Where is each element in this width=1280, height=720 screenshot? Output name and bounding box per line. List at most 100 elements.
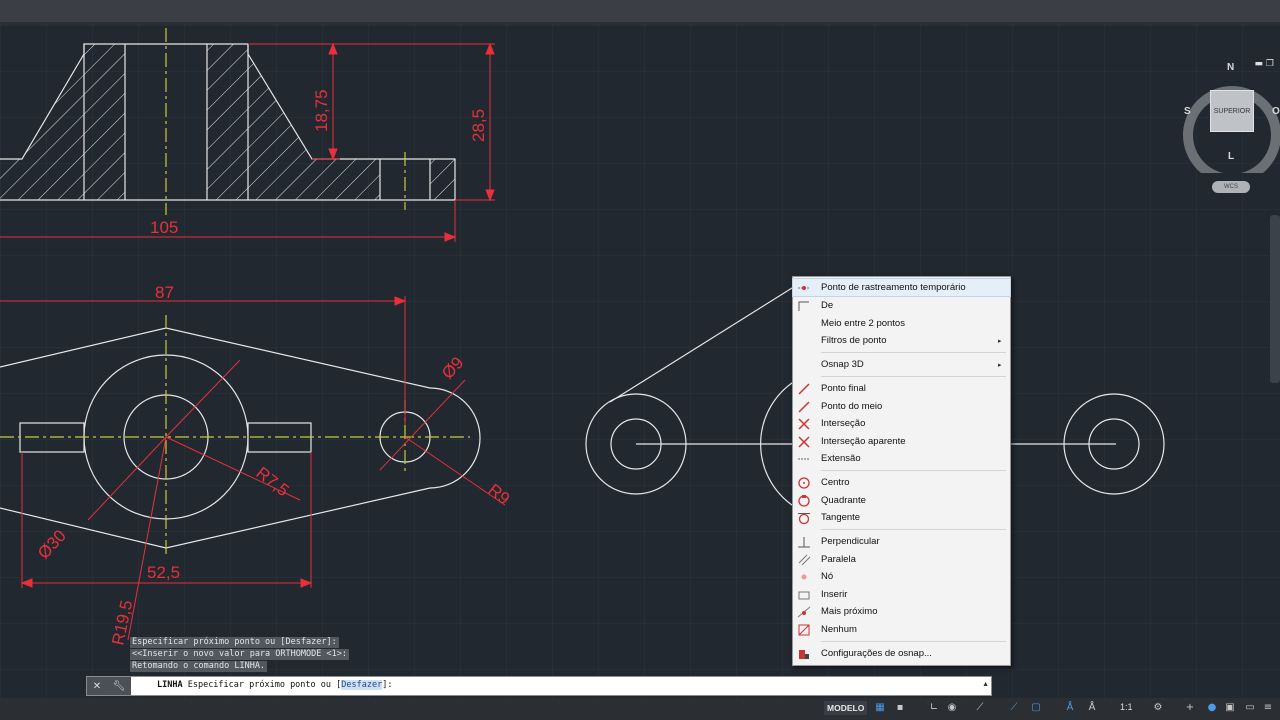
nearest-icon — [796, 605, 812, 619]
grid-icon[interactable]: ▦ — [874, 702, 886, 714]
command-prompt[interactable]: LINHA Especificar próximo ponto ou [Desf… — [157, 680, 392, 690]
annotation-scale-icon[interactable]: Å — [1086, 702, 1098, 714]
osnap-context-menu: Ponto de rastreamento temporário De Meio… — [792, 276, 1011, 666]
annotation-scale[interactable]: 1:1 — [1120, 702, 1133, 712]
menu-label: Quadrante — [821, 495, 866, 506]
none-icon — [796, 623, 812, 637]
menu-item-apparent-intersection[interactable]: Interseção aparente — [793, 433, 1010, 450]
compass-west[interactable]: O — [1272, 106, 1280, 117]
menu-label: Meio entre 2 pontos — [821, 318, 905, 329]
menu-item-perpendicular[interactable]: Perpendicular — [793, 533, 1010, 550]
node-icon — [796, 570, 812, 584]
menu-label: Nenhum — [821, 624, 857, 635]
menu-label: Interseção — [821, 418, 866, 429]
submenu-arrow-icon: ▸ — [998, 361, 1002, 369]
osnap-settings-icon — [796, 647, 812, 661]
insert-icon — [796, 588, 812, 602]
menu-separator — [821, 352, 1006, 353]
menu-item-quadrant[interactable]: Quadrante — [793, 492, 1010, 509]
menu-item-osnap-3d[interactable]: Osnap 3D ▸ — [793, 356, 1010, 373]
command-history-line: Retomando o comando LINHA. — [130, 661, 268, 672]
menu-item-none[interactable]: Nenhum — [793, 621, 1010, 638]
command-option-undo[interactable]: Desfazer — [341, 680, 383, 690]
compass-north[interactable]: N — [1227, 62, 1234, 73]
menu-separator — [821, 470, 1006, 471]
hardware-acceleration-icon[interactable]: ▣ — [1224, 702, 1236, 714]
close-icon[interactable]: ✕ — [93, 681, 101, 692]
menu-item-node[interactable]: Nó — [793, 568, 1010, 585]
menu-label: Filtros de ponto — [821, 335, 887, 346]
menu-label: Inserir — [821, 589, 848, 600]
isolate-objects-icon[interactable]: ● — [1206, 702, 1218, 714]
dim-52-5: 52,5 — [147, 563, 180, 582]
isodraft-icon[interactable]: ⟋ — [974, 702, 986, 714]
menu-item-nearest[interactable]: Mais próximo — [793, 603, 1010, 620]
snap-icon[interactable]: ▪ — [894, 702, 906, 714]
customization-icon[interactable]: ≡ — [1262, 702, 1274, 714]
menu-label: Paralela — [821, 554, 856, 565]
minimize-icon[interactable]: ▬ — [1255, 59, 1264, 69]
extension-icon — [796, 452, 812, 466]
menu-item-osnap-settings[interactable]: Configurações de osnap... — [793, 645, 1010, 662]
clean-screen-icon[interactable]: ▭ — [1244, 702, 1256, 714]
parallel-icon — [796, 553, 812, 567]
menu-label: Perpendicular — [821, 536, 880, 547]
menu-label: Ponto final — [821, 383, 866, 394]
menu-label: Nó — [821, 571, 834, 582]
midpoint-icon — [796, 400, 812, 414]
menu-item-midpoint[interactable]: Ponto do meio — [793, 398, 1010, 415]
menu-label: Osnap 3D — [821, 359, 864, 370]
menu-item-mid-between[interactable]: Meio entre 2 pontos — [793, 315, 1010, 332]
navigation-bar[interactable] — [1270, 215, 1280, 383]
wcs-menu[interactable]: WCS — [1212, 181, 1250, 193]
dim-105: 105 — [150, 218, 178, 237]
dim-87: 87 — [155, 283, 174, 302]
menu-item-insert[interactable]: Inserir — [793, 586, 1010, 603]
menu-label: Ponto do meio — [821, 401, 883, 412]
restore-icon[interactable]: ❐ — [1266, 59, 1274, 69]
menu-label: Centro — [821, 477, 850, 488]
menu-label: Tangente — [821, 512, 861, 523]
menu-label: Configurações de osnap... — [821, 648, 932, 659]
osnap-tracking-icon[interactable]: ⟋ — [1008, 702, 1020, 714]
compass-south[interactable]: S — [1184, 106, 1191, 117]
menu-item-intersection[interactable]: Interseção — [793, 415, 1010, 432]
menu-separator — [821, 529, 1006, 530]
viewcube-face[interactable]: SUPERIOR — [1210, 90, 1254, 132]
annotation-visibility-icon[interactable]: Å — [1064, 702, 1076, 714]
plus-icon[interactable]: + — [1184, 702, 1196, 714]
viewport-window-buttons[interactable]: ▬ ❐ — [1255, 59, 1274, 69]
menu-item-parallel[interactable]: Paralela — [793, 551, 1010, 568]
menu-item-extension[interactable]: Extensão — [793, 450, 1010, 467]
drawing-canvas[interactable]: 18,75 28,5 105 87 Ø9 R7,5 R9 Ø30 52,5 R1… — [0, 25, 1280, 698]
menu-item-endpoint[interactable]: Ponto final — [793, 380, 1010, 397]
drawing-viewport[interactable]: 18,75 28,5 105 87 Ø9 R7,5 R9 Ø30 52,5 R1… — [0, 25, 1280, 698]
gear-icon[interactable]: ⚙ — [1152, 702, 1164, 714]
intersection-icon — [796, 417, 812, 431]
ortho-icon[interactable]: ∟ — [928, 702, 940, 714]
wrench-icon[interactable]: 🔧︎ — [113, 681, 126, 692]
menu-item-point-filters[interactable]: Filtros de ponto ▸ — [793, 332, 1010, 349]
command-name: LINHA — [157, 680, 183, 690]
command-prompt-end: ]: — [382, 680, 393, 690]
menu-label: De — [821, 300, 834, 311]
object-snap-icon[interactable]: ▢ — [1030, 702, 1042, 714]
quadrant-icon — [796, 494, 812, 508]
polar-icon[interactable]: ◉ — [946, 702, 958, 714]
command-history-line: Especificar próximo ponto ou [Desfazer]: — [130, 637, 339, 648]
tracking-point-icon — [796, 281, 812, 295]
command-line[interactable]: ✕ 🔧︎ LINHA Especificar próximo ponto ou … — [86, 676, 992, 696]
compass-east[interactable]: L — [1228, 151, 1234, 162]
command-line-tools: ✕ 🔧︎ — [87, 677, 131, 695]
model-tab[interactable]: MODELO — [824, 701, 868, 715]
menu-label: Interseção aparente — [821, 436, 906, 447]
center-icon — [796, 476, 812, 490]
menu-label: Ponto de rastreamento temporário — [821, 282, 966, 293]
menu-item-tangent[interactable]: Tangente — [793, 509, 1010, 526]
menu-item-from[interactable]: De — [793, 297, 1010, 314]
title-bar — [0, 0, 1280, 25]
menu-item-temp-tracking[interactable]: Ponto de rastreamento temporário — [792, 278, 1011, 297]
command-history-arrow-icon[interactable]: ▲ — [982, 681, 989, 688]
dim-18-75: 18,75 — [312, 89, 331, 132]
menu-item-center[interactable]: Centro — [793, 474, 1010, 491]
